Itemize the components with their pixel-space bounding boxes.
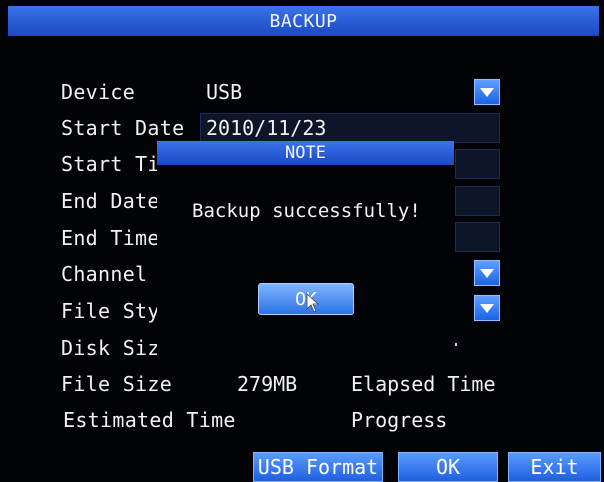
file-style-dropdown-button[interactable] [474,295,500,321]
usb-format-button[interactable]: USB Format [253,452,383,482]
device-value[interactable]: USB [206,80,242,104]
channel-dropdown-button[interactable] [474,260,500,286]
disk-size-label: Disk Siz [61,336,160,360]
start-time-field[interactable] [455,149,500,179]
end-date-field[interactable] [455,186,500,216]
end-time-field[interactable] [455,222,500,252]
start-time-label: Start Ti [61,152,160,176]
mouse-pointer-icon [306,293,320,313]
file-size-label: File Size [61,372,173,396]
estimated-time-label: Estimated Time [63,408,236,432]
dialog-body [157,165,454,375]
start-date-label: Start Date [61,116,185,140]
backup-screen: BACKUP Device USB Start Date 2010/11/23 … [0,0,604,482]
disk-size-marker [455,343,457,346]
window-title-bar: BACKUP [8,6,599,36]
dialog-title-bar: NOTE [157,141,454,165]
exit-button[interactable]: Exit [508,452,601,482]
chevron-down-icon [480,304,494,313]
dialog-message: Backup successfully! [192,200,421,222]
chevron-down-icon [480,88,494,97]
device-dropdown-button[interactable] [474,79,500,105]
ok-label: OK [435,455,461,479]
progress-label: Progress [351,408,448,432]
start-date-value: 2010/11/23 [206,116,327,140]
device-label: Device [61,80,136,104]
end-time-label: End Time [61,226,160,250]
exit-label: Exit [530,455,579,479]
usb-format-label: USB Format [257,455,379,479]
channel-label: Channel [61,262,148,286]
end-date-label: End Date [61,189,160,213]
chevron-down-icon [480,269,494,278]
file-size-value: 279MB [237,372,298,396]
ok-button[interactable]: OK [398,452,498,482]
dialog-title: NOTE [285,143,326,163]
elapsed-time-label: Elapsed Time [351,372,496,396]
window-title: BACKUP [269,10,338,32]
file-style-label: File Sty [61,299,160,323]
